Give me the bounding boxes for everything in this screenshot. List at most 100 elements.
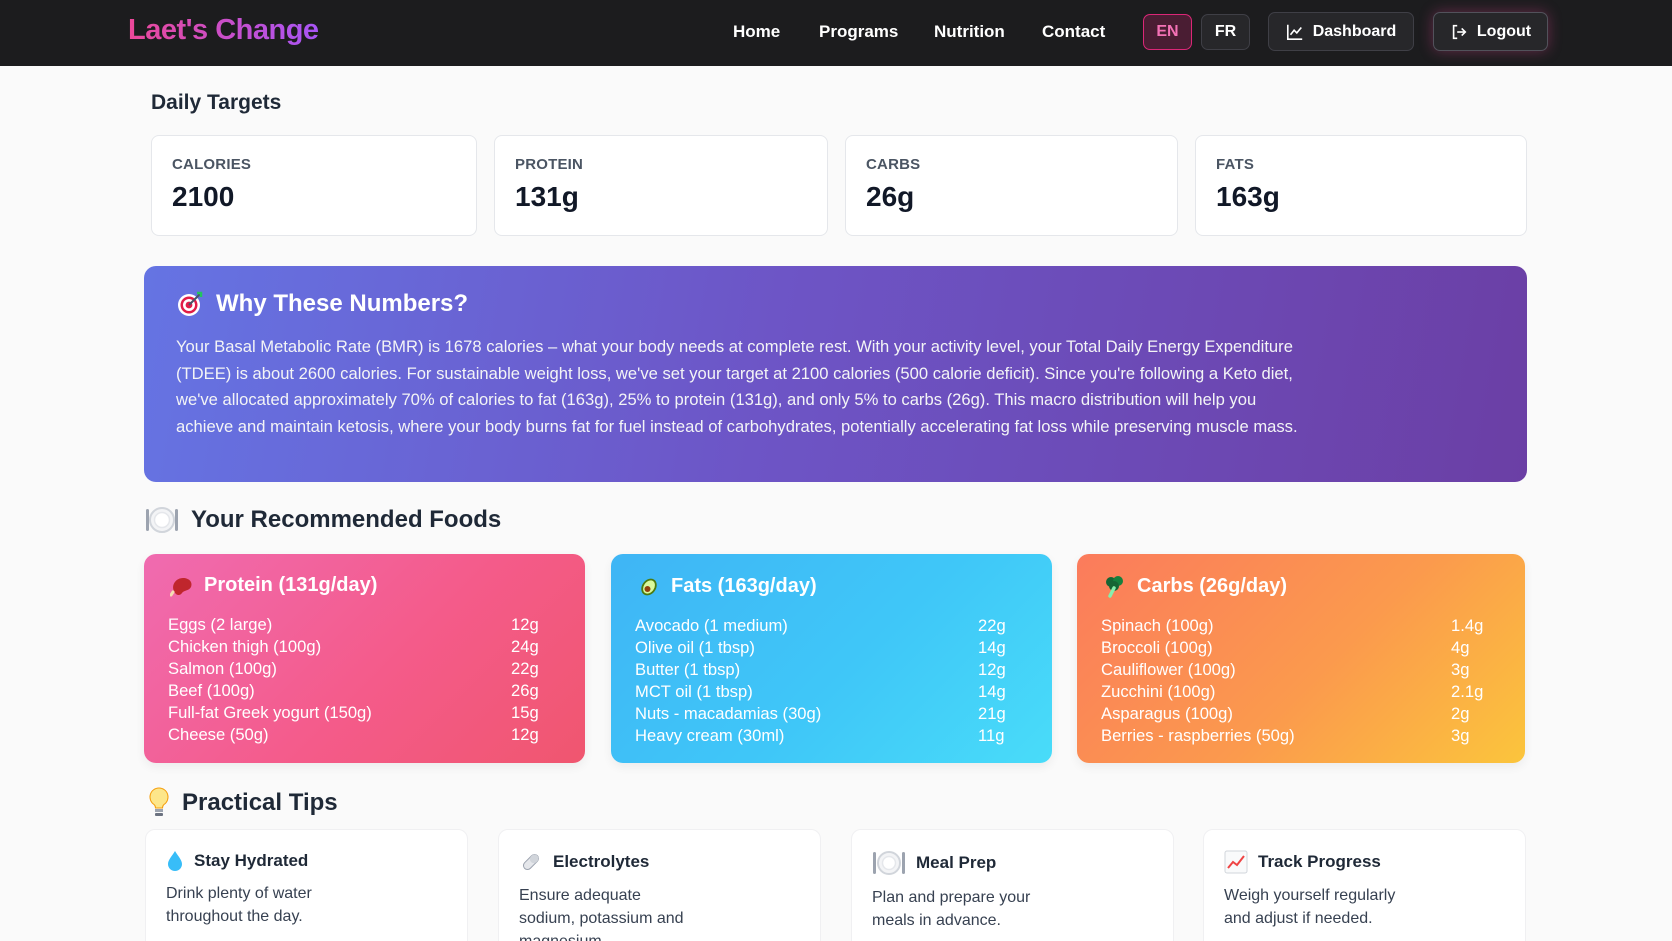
food-amount: 22g (978, 616, 1006, 635)
tip-card-hydration: Stay Hydrated Drink plenty of water thro… (145, 829, 468, 941)
lang-fr-button[interactable]: FR (1201, 14, 1250, 50)
food-name: Beef (100g) (168, 681, 255, 700)
tip-title: Meal Prep (916, 853, 997, 872)
target-card-fats: FATS 163g (1195, 135, 1527, 236)
food-item: Nuts - macadamias (30g) 21g (635, 703, 1028, 725)
tip-card-meal-prep: Meal Prep Plan and prepare your meals in… (851, 829, 1174, 941)
food-item: Salmon (100g) 22g (168, 658, 561, 680)
food-amount: 12g (511, 725, 539, 744)
food-amount: 26g (511, 681, 539, 700)
food-amount: 14g (978, 638, 1006, 657)
food-item: Asparagus (100g) 2g (1101, 703, 1501, 725)
food-item: Chicken thigh (100g) 24g (168, 636, 561, 658)
why-these-numbers-panel: Why These Numbers? Your Basal Metabolic … (144, 266, 1527, 482)
carbs-food-list: Spinach (100g) 1.4g Broccoli (100g) 4g Cau… (1101, 615, 1501, 747)
tip-title-row: Meal Prep (872, 850, 1153, 876)
food-amount: 22g (511, 659, 539, 678)
logout-label: Logout (1476, 22, 1532, 40)
food-name: MCT oil (1 tbsp) (635, 682, 753, 701)
food-amount: 3g (1451, 726, 1470, 745)
food-item: Berries - raspberries (50g) 3g (1101, 725, 1501, 747)
tip-title: Electrolytes (553, 852, 650, 871)
dashboard-label: Dashboard (1312, 22, 1397, 40)
nav-link-contact[interactable]: Contact (1042, 22, 1105, 42)
food-card-title: Protein (131g/day) (204, 574, 378, 596)
food-item: Olive oil (1 tbsp) 14g (635, 637, 1028, 659)
food-amount: 14g (978, 682, 1006, 701)
tip-title-row: Stay Hydrated (166, 850, 447, 872)
target-card-protein: PROTEIN 131g (494, 135, 828, 236)
target-card-carbs: CARBS 26g (845, 135, 1178, 236)
tip-card-track-progress: Track Progress Weigh yourself regularly … (1203, 829, 1526, 941)
meat-icon (170, 575, 194, 597)
food-amount: 2g (1451, 704, 1470, 723)
food-item: Spinach (100g) 1.4g (1101, 615, 1501, 637)
food-amount: 3g (1451, 660, 1470, 679)
protein-food-list: Eggs (2 large) 12g Chicken thigh (100g) 24… (168, 614, 561, 746)
food-name: Avocado (1 medium) (635, 616, 788, 635)
food-amount: 24g (511, 637, 539, 656)
target-label: CALORIES (172, 156, 252, 173)
droplet-icon (166, 850, 184, 872)
target-label: FATS (1216, 156, 1255, 173)
food-name: Heavy cream (30ml) (635, 726, 785, 745)
food-name: Nuts - macadamias (30g) (635, 704, 822, 723)
recommended-foods-title: Your Recommended Foods (191, 506, 502, 533)
food-amount: 12g (511, 615, 539, 634)
tip-title-row: Track Progress (1224, 850, 1505, 874)
food-item: Heavy cream (30ml) 11g (635, 725, 1028, 747)
food-amount: 15g (511, 703, 539, 722)
logout-icon (1450, 23, 1468, 41)
practical-tips-heading: Practical Tips (148, 786, 338, 820)
broccoli-icon (1103, 574, 1127, 598)
tip-title: Stay Hydrated (194, 851, 309, 870)
top-navbar: Laet's Change Home Programs Nutrition Co… (0, 0, 1672, 66)
target-label: PROTEIN (515, 156, 584, 173)
food-amount: 4g (1451, 638, 1470, 657)
nav-link-home[interactable]: Home (733, 22, 780, 42)
target-label: CARBS (866, 156, 921, 173)
tip-text: Drink plenty of water throughout the day… (166, 885, 312, 925)
tip-text: Plan and prepare your meals in advance. (872, 889, 1031, 929)
food-item: Beef (100g) 26g (168, 680, 561, 702)
nav-link-nutrition[interactable]: Nutrition (934, 22, 1005, 42)
food-item: MCT oil (1 tbsp) 14g (635, 681, 1028, 703)
food-name: Broccoli (100g) (1101, 638, 1213, 657)
plate-cutlery-icon (145, 505, 179, 535)
brand-logo[interactable]: Laet's Change (128, 14, 319, 47)
why-explanation-text: Your Basal Metabolic Rate (BMR) is 1678 … (176, 337, 1298, 437)
food-item: Full-fat Greek yogurt (150g) 15g (168, 702, 561, 724)
food-name: Zucchini (100g) (1101, 682, 1216, 701)
food-name: Salmon (100g) (168, 659, 277, 678)
logout-button[interactable]: Logout (1433, 12, 1548, 51)
tip-title: Track Progress (1258, 852, 1381, 871)
target-value: 131g (515, 181, 579, 212)
why-title-row: Why These Numbers? (176, 290, 1495, 318)
food-name: Full-fat Greek yogurt (150g) (168, 703, 372, 722)
target-icon (176, 290, 204, 318)
recommended-foods-heading: Your Recommended Foods (145, 505, 501, 535)
food-card-title-row: Protein (131g/day) (170, 574, 561, 597)
nav-link-programs[interactable]: Programs (819, 22, 898, 42)
avocado-icon (637, 574, 661, 598)
target-value: 26g (866, 181, 915, 212)
food-name: Spinach (100g) (1101, 616, 1214, 635)
food-name: Berries - raspberries (50g) (1101, 726, 1295, 745)
pill-icon (519, 850, 543, 874)
target-value: 163g (1216, 181, 1280, 212)
food-amount: 1.4g (1451, 616, 1484, 635)
food-item: Zucchini (100g) 2.1g (1101, 681, 1501, 703)
food-card-fats: Fats (163g/day) Avocado (1 medium) 22g Ol… (611, 554, 1052, 763)
lightbulb-icon (148, 786, 170, 820)
food-name: Eggs (2 large) (168, 615, 273, 634)
practical-tips-title: Practical Tips (182, 789, 338, 816)
dashboard-button[interactable]: Dashboard (1268, 12, 1414, 51)
lang-en-button[interactable]: EN (1143, 14, 1192, 50)
food-card-title: Fats (163g/day) (671, 574, 817, 597)
food-item: Butter (1 tbsp) 12g (635, 659, 1028, 681)
food-item: Avocado (1 medium) 22g (635, 615, 1028, 637)
food-amount: 2.1g (1451, 682, 1484, 701)
food-item: Cauliflower (100g) 3g (1101, 659, 1501, 681)
food-name: Olive oil (1 tbsp) (635, 638, 755, 657)
tip-text: Weigh yourself regularly and adjust if n… (1224, 887, 1396, 927)
